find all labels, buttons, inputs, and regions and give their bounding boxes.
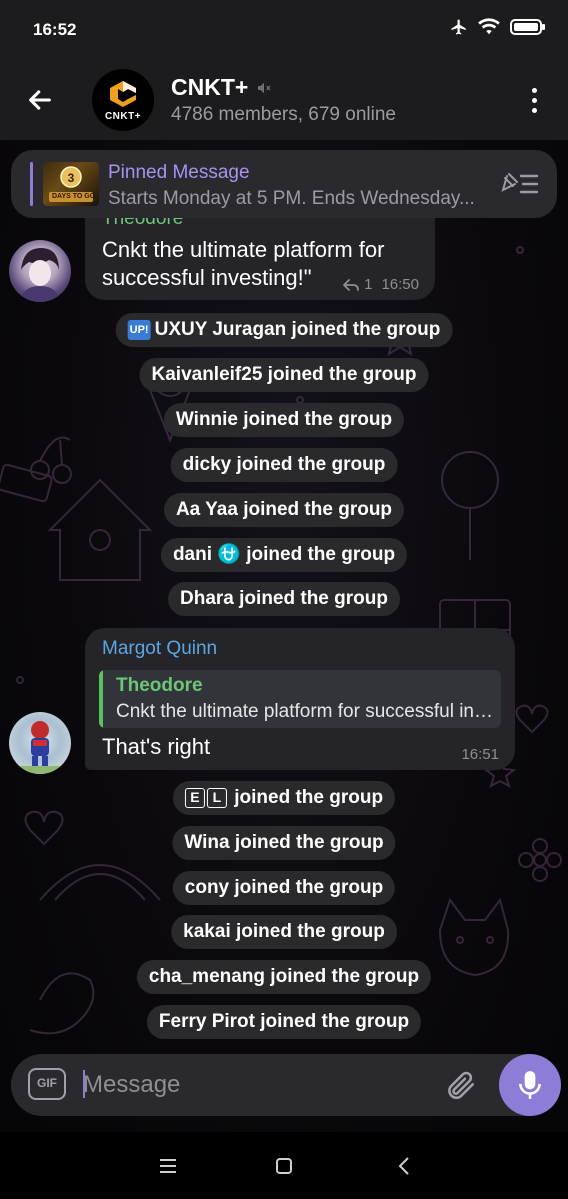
service-message: Aa Yaa joined the group	[163, 493, 405, 527]
voice-message-button[interactable]	[499, 1054, 561, 1116]
chat-subtitle: 4786 members, 679 online	[171, 104, 396, 125]
service-message: UP! UXUY Juragan joined the group	[115, 313, 453, 347]
message-sender[interactable]: Margot Quinn	[102, 638, 217, 660]
airplane-icon	[451, 19, 466, 35]
cnkt-logo-icon	[110, 80, 136, 107]
service-message: Dhara joined the group	[168, 582, 400, 616]
message-composer: GIF	[11, 1054, 561, 1116]
service-message: Wina joined the group	[172, 826, 396, 860]
back-nav-button[interactable]	[389, 1152, 419, 1180]
more-dot-icon	[531, 87, 537, 93]
reply-quote[interactable]: Theodore Cnkt the ultimate platform for …	[99, 670, 501, 728]
back-button[interactable]	[22, 82, 58, 118]
reply-count[interactable]: 1	[364, 276, 372, 293]
status-time: 16:52	[33, 20, 77, 39]
service-message: Ferry Pirot joined the group	[146, 1005, 422, 1039]
chevron-left-icon	[398, 1157, 409, 1175]
battery-icon	[510, 19, 545, 35]
service-message: kakai joined the group	[171, 915, 397, 949]
reply-arrow-icon	[343, 278, 360, 291]
service-message: Kaivanleif25 joined the group	[139, 358, 429, 392]
gif-button[interactable]: GIF	[28, 1068, 66, 1100]
pinned-list-icon[interactable]	[501, 170, 541, 198]
boxed-letter: E	[184, 787, 205, 808]
message-time: 16:51	[461, 746, 499, 763]
chat-title-text: CNKT+	[171, 74, 249, 100]
more-dot-icon	[531, 97, 537, 103]
avatar[interactable]	[9, 712, 71, 774]
pinned-text: Starts Monday at 5 PM. Ends Wednesday...	[108, 188, 475, 209]
message-time: 16:50	[381, 276, 419, 293]
more-options-button[interactable]	[522, 82, 546, 118]
pinned-thumbnail: 3 DAYS TO GO	[43, 162, 99, 206]
status-bar: 16:52	[0, 0, 568, 60]
muted-icon	[258, 82, 271, 93]
avatar-image	[19, 248, 61, 302]
chat-header: CNKT+ CNKT+ 4786 members, 679 online	[0, 60, 568, 140]
pinned-indicator	[30, 162, 33, 206]
reply-text: Cnkt the ultimate platform for successfu…	[116, 701, 494, 722]
message-text: That's right	[102, 734, 211, 759]
service-message: dani ⛎ joined the group	[160, 538, 408, 572]
ophiuchus-emoji: ⛎	[217, 544, 241, 565]
service-message: cony joined the group	[172, 871, 396, 905]
service-message: cha_menang joined the group	[136, 960, 432, 994]
message-input[interactable]	[83, 1067, 423, 1103]
reply-sender: Theodore	[116, 675, 203, 696]
wifi-icon	[478, 18, 500, 35]
message-meta: 1 16:50	[343, 276, 419, 293]
service-message: Winnie joined the group	[163, 403, 405, 437]
pinned-title: Pinned Message	[108, 162, 250, 183]
svg-text:3: 3	[68, 171, 75, 185]
avatar[interactable]	[9, 240, 71, 302]
group-avatar-label: CNKT+	[104, 110, 142, 122]
chat-title[interactable]: CNKT+	[171, 74, 272, 101]
navigation-bar	[0, 1132, 568, 1199]
home-icon	[276, 1158, 292, 1174]
more-dot-icon	[531, 107, 537, 113]
attach-icon[interactable]	[443, 1068, 477, 1102]
home-button[interactable]	[269, 1152, 299, 1180]
pinned-message-bar[interactable]: 3 DAYS TO GO Pinned Message Starts Monda…	[11, 150, 557, 218]
microphone-icon	[519, 1071, 541, 1099]
avatar-image	[9, 721, 71, 774]
status-icons	[450, 18, 546, 36]
menu-icon	[160, 1159, 176, 1173]
boxed-letter: L	[206, 787, 227, 808]
reply-indicator	[99, 670, 103, 728]
back-arrow-icon	[29, 90, 51, 110]
message-bubble[interactable]: Margot Quinn Theodore Cnkt the ultimate …	[85, 628, 515, 770]
group-avatar[interactable]: CNKT+	[92, 69, 154, 131]
service-message: EL joined the group	[172, 781, 396, 815]
up-badge-icon: UP!	[127, 319, 151, 340]
pinned-thumbnail-text: DAYS TO GO	[52, 193, 96, 200]
recent-apps-button[interactable]	[153, 1152, 183, 1180]
service-message: dicky joined the group	[170, 448, 398, 482]
